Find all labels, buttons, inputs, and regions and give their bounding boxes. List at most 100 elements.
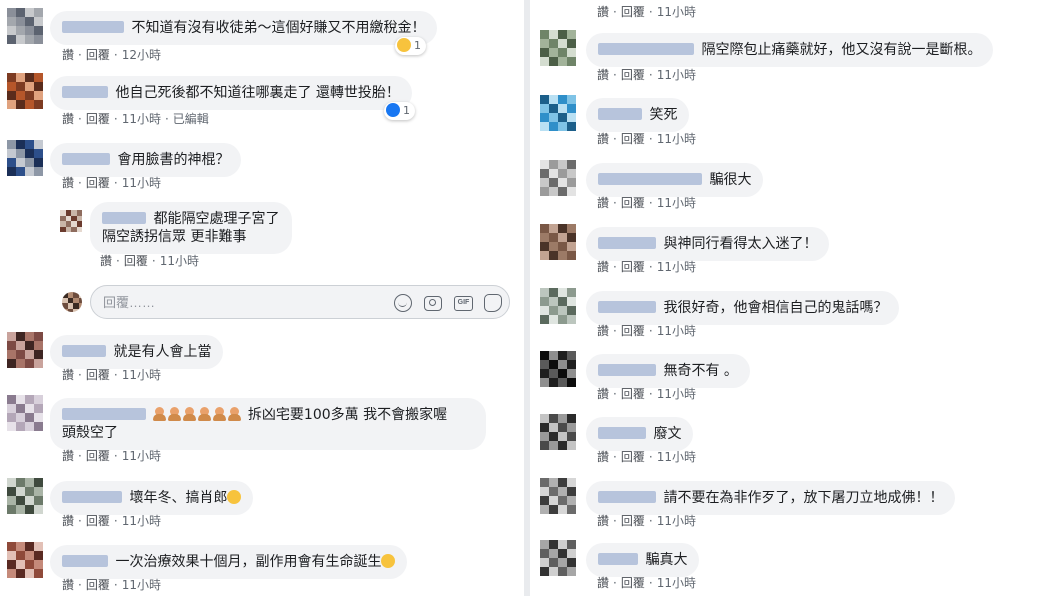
like-link[interactable]: 讚	[62, 176, 74, 190]
timestamp[interactable]: 11小時	[657, 260, 696, 274]
timestamp[interactable]: 11小時	[657, 514, 696, 528]
reply-link[interactable]: 回覆	[621, 450, 645, 464]
like-link[interactable]: 讚	[62, 48, 74, 62]
avatar[interactable]	[7, 140, 43, 176]
avatar[interactable]	[540, 478, 576, 514]
reaction-count[interactable]: 1	[384, 102, 415, 120]
like-link[interactable]: 讚	[100, 254, 112, 268]
reply-link[interactable]: 回覆	[86, 449, 110, 463]
commenter-name[interactable]	[62, 86, 108, 98]
reply-link[interactable]: 回覆	[621, 324, 645, 338]
reply-link[interactable]: 回覆	[621, 68, 645, 82]
timestamp[interactable]: 11小時	[657, 132, 696, 146]
commenter-name[interactable]	[598, 364, 656, 376]
gif-icon[interactable]: GIF	[454, 296, 473, 311]
reply-link[interactable]: 回覆	[86, 112, 110, 126]
timestamp[interactable]: 11小時	[122, 514, 161, 528]
avatar[interactable]	[540, 414, 576, 450]
avatar[interactable]	[7, 73, 43, 109]
commenter-name[interactable]	[598, 301, 656, 313]
commenter-name[interactable]	[62, 408, 146, 420]
commenter-name[interactable]	[598, 173, 702, 185]
commenter-name[interactable]	[598, 108, 642, 120]
reply-link[interactable]: 回覆	[86, 514, 110, 528]
avatar[interactable]	[540, 160, 576, 196]
timestamp[interactable]: 12小時	[122, 48, 161, 62]
like-link[interactable]: 讚	[62, 368, 74, 382]
reply-link[interactable]: 回覆	[124, 254, 148, 268]
avatar[interactable]	[540, 95, 576, 131]
avatar[interactable]	[540, 540, 576, 576]
like-link[interactable]: 讚	[597, 260, 609, 274]
avatar[interactable]	[540, 351, 576, 387]
like-link[interactable]: 讚	[597, 68, 609, 82]
camera-icon[interactable]	[424, 296, 442, 311]
reply-link[interactable]: 回覆	[621, 196, 645, 210]
like-link[interactable]: 讚	[62, 449, 74, 463]
avatar[interactable]	[7, 478, 43, 514]
like-link[interactable]: 讚	[597, 132, 609, 146]
reply-input[interactable]	[103, 293, 363, 311]
commenter-name[interactable]	[598, 237, 656, 249]
avatar[interactable]	[540, 288, 576, 324]
avatar[interactable]	[7, 8, 43, 44]
timestamp[interactable]: 11小時	[657, 196, 696, 210]
timestamp[interactable]: 11小時	[657, 576, 696, 590]
reply-link[interactable]: 回覆	[86, 578, 110, 592]
comment-text: 會用臉書的神棍？	[117, 152, 230, 168]
like-link[interactable]: 讚	[597, 450, 609, 464]
emoji-icon[interactable]	[394, 294, 412, 312]
commenter-name[interactable]	[102, 212, 146, 224]
like-link[interactable]: 讚	[597, 387, 609, 401]
like-link[interactable]: 讚	[597, 5, 609, 19]
timestamp[interactable]: 11小時	[122, 112, 161, 126]
timestamp[interactable]: 11小時	[657, 387, 696, 401]
like-link[interactable]: 讚	[597, 324, 609, 338]
timestamp[interactable]: 11小時	[657, 68, 696, 82]
reply-link[interactable]: 回覆	[621, 132, 645, 146]
commenter-name[interactable]	[62, 555, 108, 567]
avatar-pixel	[549, 306, 558, 315]
reaction-count[interactable]: 1	[395, 37, 426, 55]
reply-link[interactable]: 回覆	[621, 576, 645, 590]
reply-link[interactable]: 回覆	[86, 176, 110, 190]
timestamp[interactable]: 11小時	[657, 324, 696, 338]
avatar[interactable]	[7, 332, 43, 368]
avatar[interactable]	[7, 395, 43, 431]
like-link[interactable]: 讚	[62, 112, 74, 126]
comment-bubble: 我很好奇，他會相信自己的鬼話嗎？	[586, 291, 900, 325]
avatar[interactable]	[540, 224, 576, 260]
commenter-name[interactable]	[62, 491, 122, 503]
reply-link[interactable]: 回覆	[86, 368, 110, 382]
reply-link[interactable]: 回覆	[621, 514, 645, 528]
timestamp[interactable]: 11小時	[657, 450, 696, 464]
sticker-icon[interactable]	[484, 294, 502, 312]
timestamp[interactable]: 11小時	[122, 368, 161, 382]
avatar[interactable]	[540, 30, 576, 66]
reply-link[interactable]: 回覆	[621, 387, 645, 401]
avatar-pixel	[16, 487, 25, 496]
commenter-name[interactable]	[62, 21, 124, 33]
reply-link[interactable]: 回覆	[86, 48, 110, 62]
reply-link[interactable]: 回覆	[621, 5, 645, 19]
commenter-name[interactable]	[598, 427, 646, 439]
commenter-name[interactable]	[598, 553, 638, 565]
reply-link[interactable]: 回覆	[621, 260, 645, 274]
commenter-name[interactable]	[62, 153, 110, 165]
avatar[interactable]	[7, 542, 43, 578]
like-link[interactable]: 讚	[62, 514, 74, 528]
timestamp[interactable]: 11小時	[657, 5, 696, 19]
like-link[interactable]: 讚	[597, 196, 609, 210]
avatar[interactable]	[60, 210, 82, 232]
timestamp[interactable]: 11小時	[122, 449, 161, 463]
like-link[interactable]: 讚	[597, 576, 609, 590]
commenter-name[interactable]	[598, 43, 694, 55]
like-link[interactable]: 讚	[597, 514, 609, 528]
like-link[interactable]: 讚	[62, 578, 74, 592]
timestamp[interactable]: 11小時	[160, 254, 199, 268]
edited-label[interactable]: 已編輯	[173, 112, 209, 126]
commenter-name[interactable]	[62, 345, 106, 357]
timestamp[interactable]: 11小時	[122, 578, 161, 592]
commenter-name[interactable]	[598, 491, 656, 503]
timestamp[interactable]: 11小時	[122, 176, 161, 190]
